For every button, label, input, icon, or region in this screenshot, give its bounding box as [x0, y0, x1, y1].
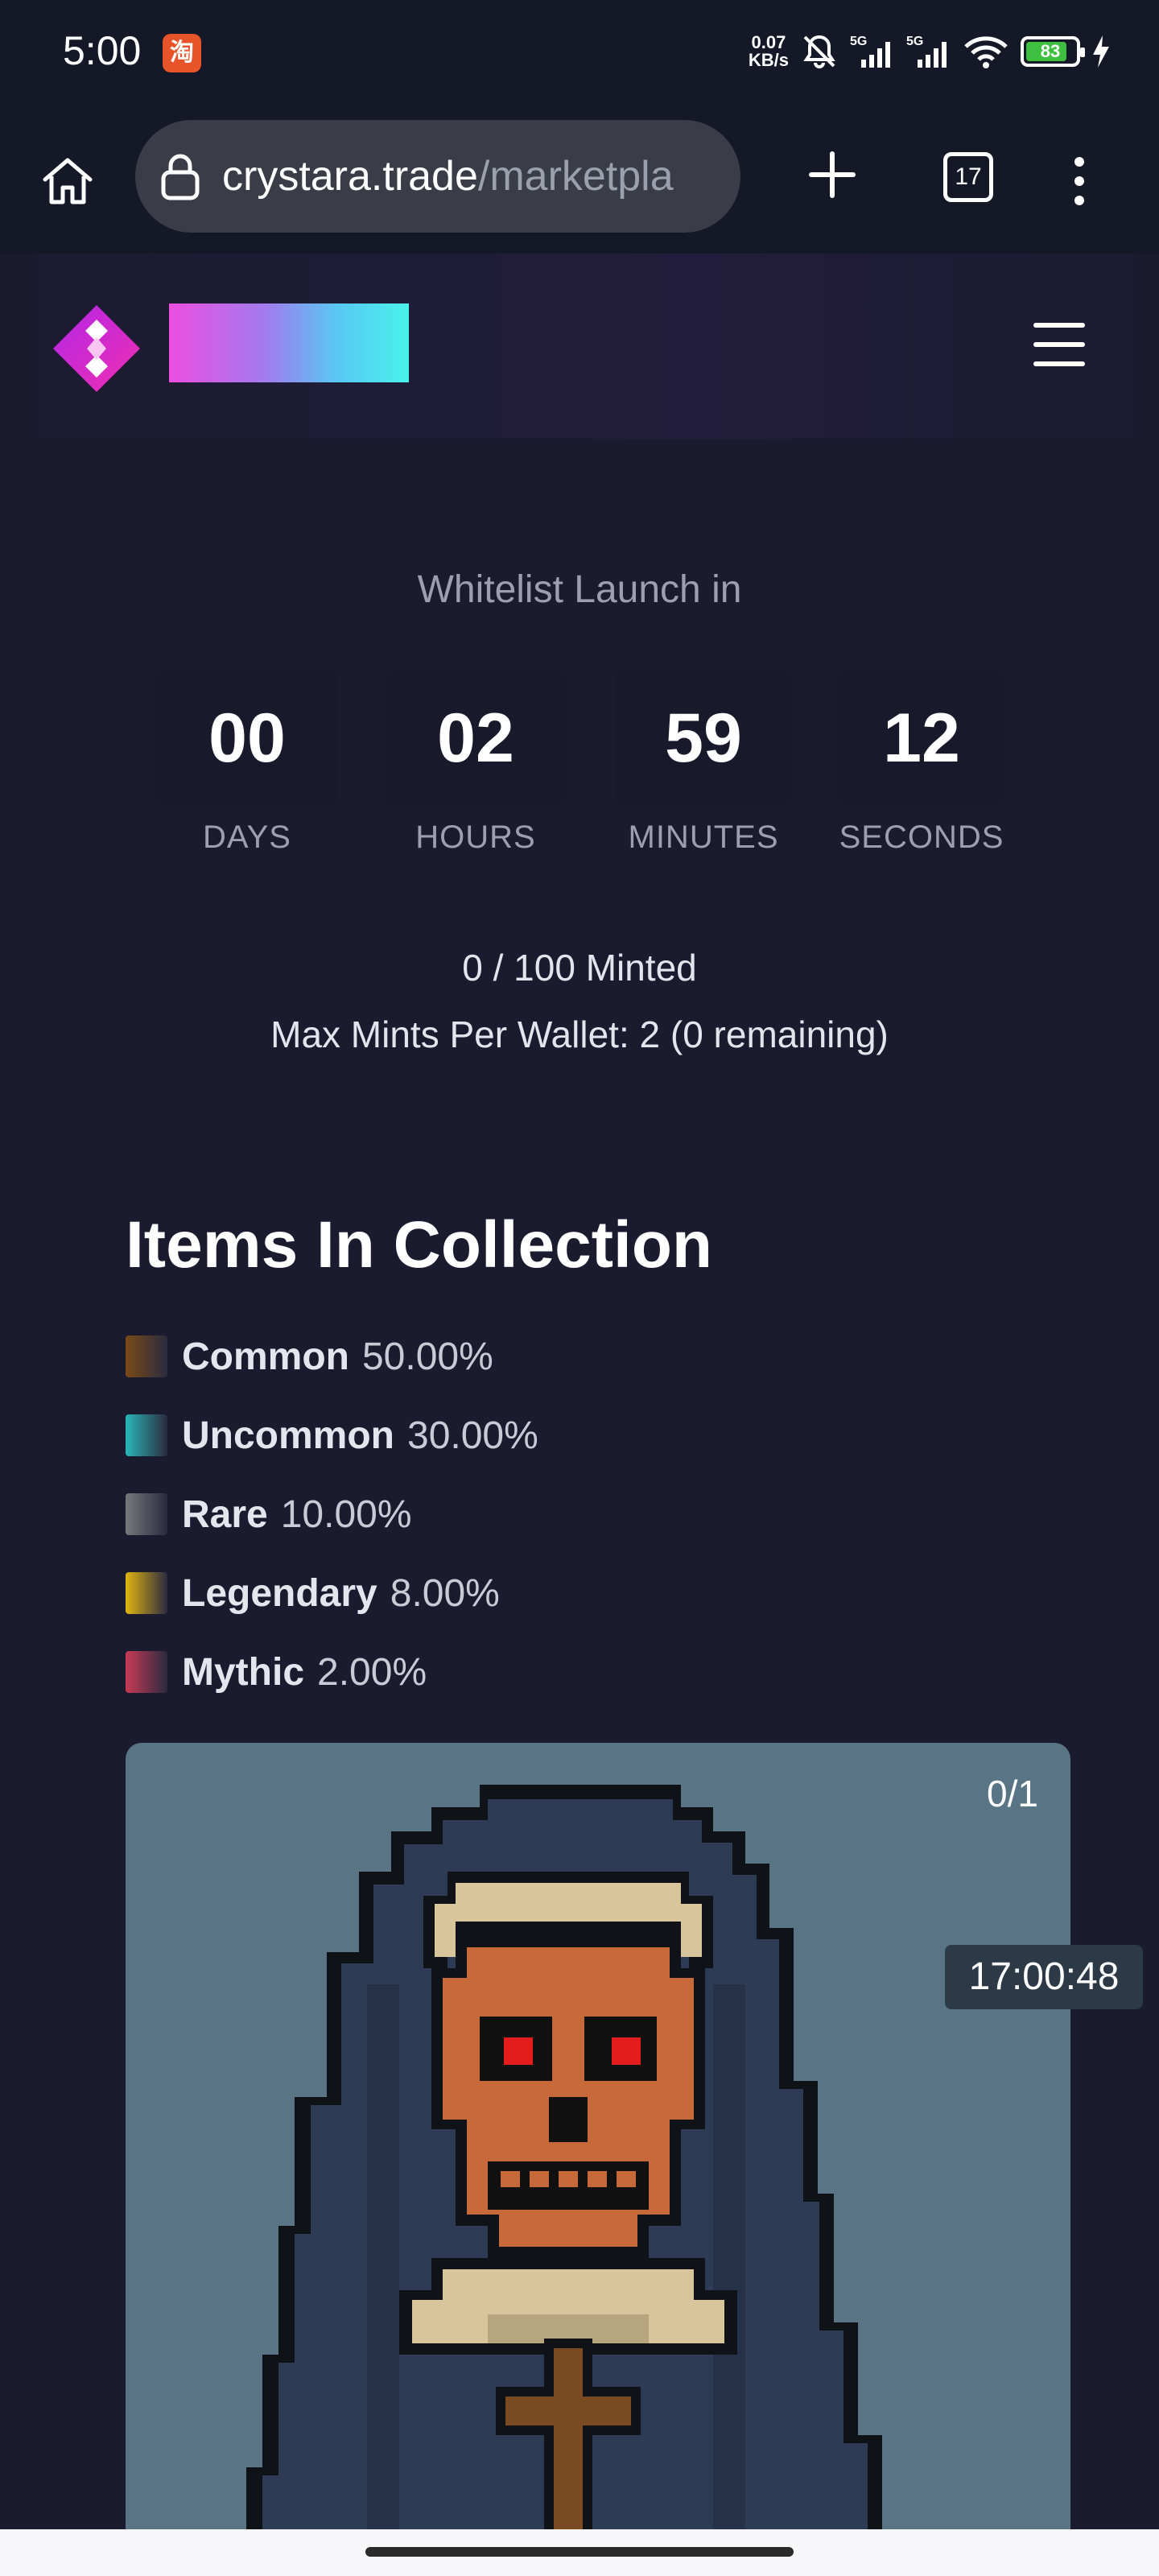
hamburger-line [1033, 342, 1085, 347]
svg-text:5G: 5G [906, 35, 923, 48]
wifi-icon [963, 32, 1009, 71]
taobao-app-icon: 淘 [163, 34, 201, 72]
countdown-seconds-label: SECONDS [839, 819, 1004, 855]
signal-5g-icon: 5G [906, 32, 951, 71]
rarity-name: Rare [182, 1492, 268, 1536]
charging-bolt-icon [1091, 34, 1111, 69]
hamburger-line [1033, 323, 1085, 328]
countdown-minutes-value: 59 [615, 670, 792, 807]
tabs-button[interactable]: 17 [943, 152, 993, 202]
nft-mint-count: 0/1 [987, 1773, 1038, 1814]
countdown-days-label: DAYS [203, 819, 291, 855]
bell-muted-icon [800, 32, 839, 71]
status-bar: 5:00 淘 0.07 KB/s 5G 5G 83 [0, 0, 1159, 101]
countdown-days-value: 00 [156, 670, 338, 807]
countdown-heading: Whitelist Launch in [417, 568, 742, 611]
rarity-percent: 10.00% [280, 1492, 412, 1536]
plus-icon [809, 151, 856, 198]
status-time: 5:00 [63, 28, 142, 73]
rarity-item-rare: Rare 10.00% [126, 1475, 538, 1554]
rarity-swatch [126, 1572, 167, 1614]
status-icons: 0.07 KB/s 5G 5G 83 [749, 26, 1111, 77]
hamburger-menu-icon[interactable] [1030, 318, 1088, 371]
rarity-name: Mythic [182, 1650, 305, 1694]
hamburger-line [1033, 361, 1085, 366]
rarity-name: Uncommon [182, 1414, 394, 1457]
brand-name-bar[interactable] [169, 303, 409, 382]
page: 5:00 淘 0.07 KB/s 5G 5G 83 crystara.trade… [0, 0, 1159, 2576]
rarity-item-mythic: Mythic 2.00% [126, 1633, 538, 1711]
browser-menu-button[interactable] [1059, 149, 1099, 213]
battery-nub [1080, 47, 1085, 57]
home-icon [43, 158, 93, 204]
lock-icon [156, 148, 204, 204]
rarity-swatch [126, 1335, 167, 1377]
countdown-minutes-label: MINUTES [628, 819, 779, 855]
countdown-hours-value: 02 [385, 670, 567, 807]
url-host: crystara.trade [222, 153, 478, 200]
url-text: crystara.trade/marketpla [222, 152, 674, 200]
countdown-hours-label: HOURS [415, 819, 536, 855]
rarity-list: Common 50.00% Uncommon 30.00% Rare 10.00… [126, 1317, 538, 1711]
nft-skull-nun-image [246, 1785, 882, 2576]
more-vert-icon [1074, 157, 1084, 205]
rarity-item-legendary: Legendary 8.00% [126, 1554, 538, 1633]
max-mints-per-wallet: Max Mints Per Wallet: 2 (0 remaining) [270, 1013, 889, 1055]
crystara-diamond-logo-icon[interactable] [50, 302, 143, 395]
rarity-swatch [126, 1414, 167, 1456]
home-button[interactable] [35, 149, 100, 213]
rarity-percent: 30.00% [407, 1414, 538, 1457]
svg-text:5G: 5G [850, 35, 867, 48]
collection-title: Items In Collection [126, 1208, 712, 1282]
network-speed-unit: KB/s [748, 50, 789, 70]
rarity-name: Legendary [182, 1571, 377, 1615]
gesture-handle[interactable] [365, 2547, 794, 2557]
nft-timer-badge: 17:00:48 [945, 1945, 1143, 2009]
rarity-item-common: Common 50.00% [126, 1317, 538, 1396]
rarity-name: Common [182, 1335, 349, 1378]
nft-card[interactable]: 0/1 [126, 1743, 1070, 2576]
gesture-navigation-bar [0, 2529, 1159, 2576]
rarity-percent: 50.00% [361, 1335, 493, 1378]
address-bar[interactable]: crystara.trade/marketpla [135, 120, 740, 233]
rarity-item-uncommon: Uncommon 30.00% [126, 1396, 538, 1475]
signal-5g-icon: 5G [850, 32, 895, 71]
battery-level: 83 [1040, 41, 1061, 61]
network-speed: 0.07 KB/s [749, 34, 789, 69]
rarity-swatch [126, 1651, 167, 1693]
battery-icon: 83 [1021, 36, 1085, 67]
network-speed-value: 0.07 [751, 32, 786, 52]
browser-toolbar: crystara.trade/marketpla 17 [0, 101, 1159, 254]
new-tab-button[interactable] [798, 141, 866, 208]
site-header [0, 254, 1159, 439]
rarity-percent: 2.00% [317, 1650, 427, 1694]
minted-count: 0 / 100 Minted [462, 947, 697, 989]
countdown-seconds-value: 12 [839, 670, 1004, 807]
rarity-swatch [126, 1493, 167, 1535]
rarity-percent: 8.00% [390, 1571, 500, 1615]
url-path: /marketpla [477, 153, 674, 200]
